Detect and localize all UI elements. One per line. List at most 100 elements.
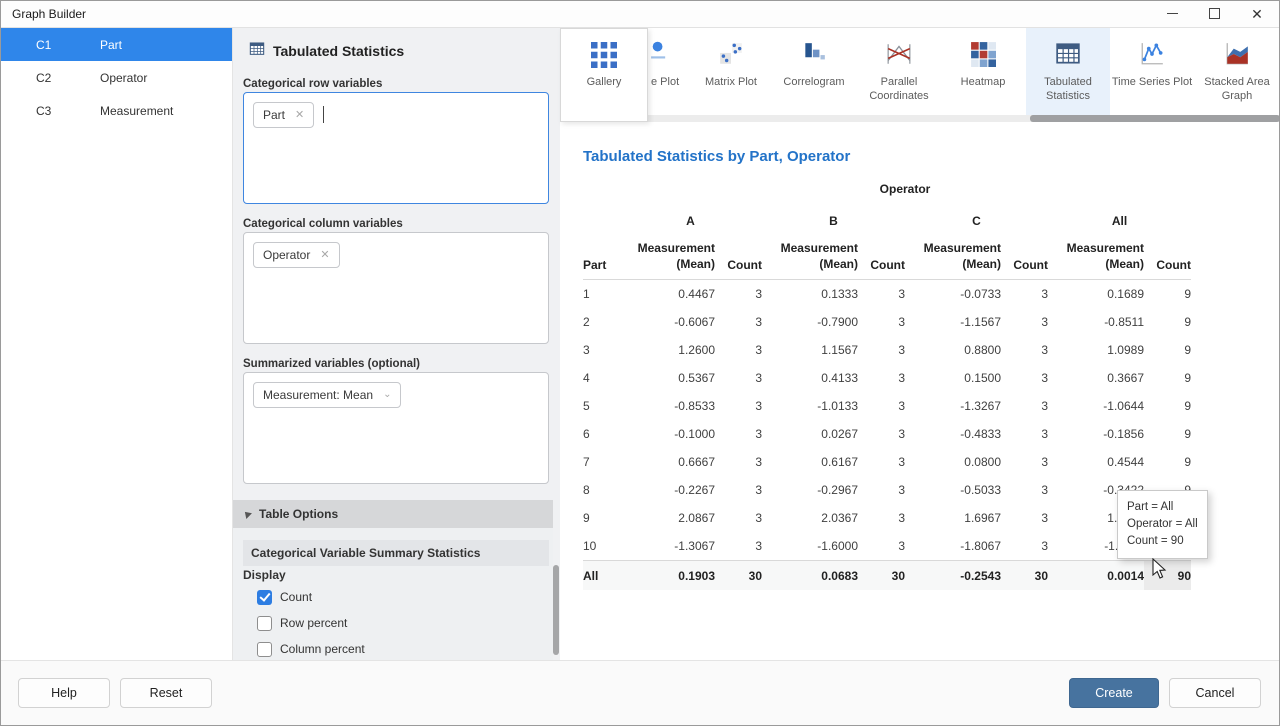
mean-cell[interactable]: -1.1567 <box>905 315 1001 329</box>
count-cell[interactable]: 3 <box>858 427 905 441</box>
gallery-scrollbar-track[interactable] <box>648 115 1280 122</box>
mean-cell[interactable]: -1.0644 <box>1048 399 1144 413</box>
row-label-cell[interactable]: 10 <box>583 539 619 553</box>
mean-cell[interactable]: -0.0733 <box>905 287 1001 301</box>
count-cell[interactable]: 3 <box>1001 455 1048 469</box>
gallery-item-correlogram[interactable]: Correlogram <box>772 28 856 115</box>
count-cell[interactable]: 3 <box>1001 315 1048 329</box>
mean-cell[interactable]: 0.3667 <box>1048 371 1144 385</box>
gallery-item-stacked-area-graph[interactable]: Stacked Area Graph <box>1195 28 1279 115</box>
count-cell[interactable]: 3 <box>715 483 762 497</box>
mean-cell[interactable]: 0.4133 <box>762 371 858 385</box>
categorical-column-variables-box[interactable]: Operator✕ <box>243 232 549 344</box>
mean-cell[interactable]: -1.3067 <box>619 539 715 553</box>
mean-cell[interactable]: 0.1903 <box>619 569 715 583</box>
row-label-cell[interactable]: 1 <box>583 287 619 301</box>
sidebar-item-operator[interactable]: C2Operator <box>0 61 232 94</box>
mean-cell[interactable]: 1.0989 <box>1048 343 1144 357</box>
count-cell[interactable]: 3 <box>1001 427 1048 441</box>
create-button[interactable]: Create <box>1069 678 1159 708</box>
count-cell[interactable]: 3 <box>1001 483 1048 497</box>
count-cell[interactable]: 9 <box>1144 399 1191 413</box>
mean-cell[interactable]: 1.6967 <box>905 511 1001 525</box>
row-label-cell[interactable]: 5 <box>583 399 619 413</box>
gallery-item-parallel-coordinates[interactable]: Parallel Coordinates <box>857 28 941 115</box>
count-cell[interactable]: 3 <box>858 539 905 553</box>
summarized-variables-box[interactable]: Measurement: Mean⌄ <box>243 372 549 484</box>
sidebar-item-part[interactable]: C1Part <box>0 28 232 61</box>
mean-cell[interactable]: 0.4467 <box>619 287 715 301</box>
cancel-button[interactable]: Cancel <box>1169 678 1261 708</box>
mean-cell[interactable]: 2.0867 <box>619 511 715 525</box>
count-cell[interactable]: 30 <box>715 569 762 583</box>
count-cell[interactable]: 3 <box>858 483 905 497</box>
close-button[interactable]: ✕ <box>1242 0 1272 27</box>
mean-cell[interactable]: 0.0267 <box>762 427 858 441</box>
mean-cell[interactable]: 0.0800 <box>905 455 1001 469</box>
mean-cell[interactable]: 1.2600 <box>619 343 715 357</box>
variable-chip-operator[interactable]: Operator✕ <box>253 242 340 268</box>
count-cell[interactable]: 3 <box>858 455 905 469</box>
checkbox-row-count[interactable]: Count <box>257 584 365 610</box>
variable-chip-part[interactable]: Part✕ <box>253 102 314 128</box>
count-cell[interactable]: 3 <box>858 343 905 357</box>
sidebar-item-measurement[interactable]: C3Measurement <box>0 94 232 127</box>
mean-cell[interactable]: -1.3267 <box>905 399 1001 413</box>
count-cell[interactable]: 3 <box>715 511 762 525</box>
count-cell[interactable]: 30 <box>1001 569 1048 583</box>
mean-cell[interactable]: 0.1500 <box>905 371 1001 385</box>
mean-cell[interactable]: 0.4544 <box>1048 455 1144 469</box>
mean-cell[interactable]: -0.7900 <box>762 315 858 329</box>
maximize-button[interactable] <box>1199 0 1229 27</box>
count-cell[interactable]: 3 <box>715 539 762 553</box>
mean-cell[interactable]: 0.0014 <box>1048 569 1144 583</box>
mean-cell[interactable]: -0.5033 <box>905 483 1001 497</box>
table-options-header[interactable]: Table Options <box>233 500 553 528</box>
count-cell[interactable]: 3 <box>858 315 905 329</box>
count-cell[interactable]: 3 <box>1001 371 1048 385</box>
reset-button[interactable]: Reset <box>120 678 212 708</box>
count-cell[interactable]: 9 <box>1144 315 1191 329</box>
gallery-item-time-series-plot[interactable]: Time Series Plot <box>1110 28 1194 115</box>
categorical-row-variables-box[interactable]: Part✕ <box>243 92 549 204</box>
panel-scrollbar-thumb[interactable] <box>553 565 559 655</box>
mean-cell[interactable]: 0.6667 <box>619 455 715 469</box>
gallery-item-matrix-plot[interactable]: Matrix Plot <box>689 28 773 115</box>
gallery-scrollbar-thumb[interactable] <box>1030 115 1280 122</box>
mean-cell[interactable]: -0.2267 <box>619 483 715 497</box>
mean-cell[interactable]: 1.1567 <box>762 343 858 357</box>
mean-cell[interactable]: 0.1689 <box>1048 287 1144 301</box>
variable-chip-measurement-mean[interactable]: Measurement: Mean⌄ <box>253 382 401 408</box>
count-cell[interactable]: 3 <box>858 399 905 413</box>
count-cell[interactable]: 9 <box>1144 287 1191 301</box>
mean-cell[interactable]: 0.0683 <box>762 569 858 583</box>
count-cell[interactable]: 3 <box>858 371 905 385</box>
mean-cell[interactable]: 0.8800 <box>905 343 1001 357</box>
mean-cell[interactable]: -1.0133 <box>762 399 858 413</box>
row-label-cell[interactable]: 6 <box>583 427 619 441</box>
mean-cell[interactable]: -0.2543 <box>905 569 1001 583</box>
count-cell[interactable]: 3 <box>715 371 762 385</box>
count-cell[interactable]: 30 <box>858 569 905 583</box>
mean-cell[interactable]: -0.1856 <box>1048 427 1144 441</box>
row-label-cell[interactable]: 2 <box>583 315 619 329</box>
count-cell[interactable]: 3 <box>1001 287 1048 301</box>
row-label-cell[interactable]: 7 <box>583 455 619 469</box>
checkbox-checked-icon[interactable] <box>257 590 272 605</box>
mean-cell[interactable]: -1.8067 <box>905 539 1001 553</box>
checkbox-unchecked-icon[interactable] <box>257 616 272 631</box>
count-cell[interactable]: 3 <box>858 287 905 301</box>
mean-cell[interactable]: -0.2967 <box>762 483 858 497</box>
row-label-cell[interactable]: 4 <box>583 371 619 385</box>
checkbox-row-row-percent[interactable]: Row percent <box>257 610 365 636</box>
mean-cell[interactable]: -0.4833 <box>905 427 1001 441</box>
count-cell[interactable]: 3 <box>1001 399 1048 413</box>
mean-cell[interactable]: -0.8511 <box>1048 315 1144 329</box>
row-label-cell[interactable]: 8 <box>583 483 619 497</box>
checkbox-row-column-percent[interactable]: Column percent <box>257 636 365 662</box>
mean-cell[interactable]: 2.0367 <box>762 511 858 525</box>
remove-icon[interactable]: ✕ <box>295 110 304 121</box>
mean-cell[interactable]: 0.1333 <box>762 287 858 301</box>
count-cell[interactable]: 9 <box>1144 343 1191 357</box>
gallery-item-gallery[interactable]: Gallery <box>560 28 648 122</box>
